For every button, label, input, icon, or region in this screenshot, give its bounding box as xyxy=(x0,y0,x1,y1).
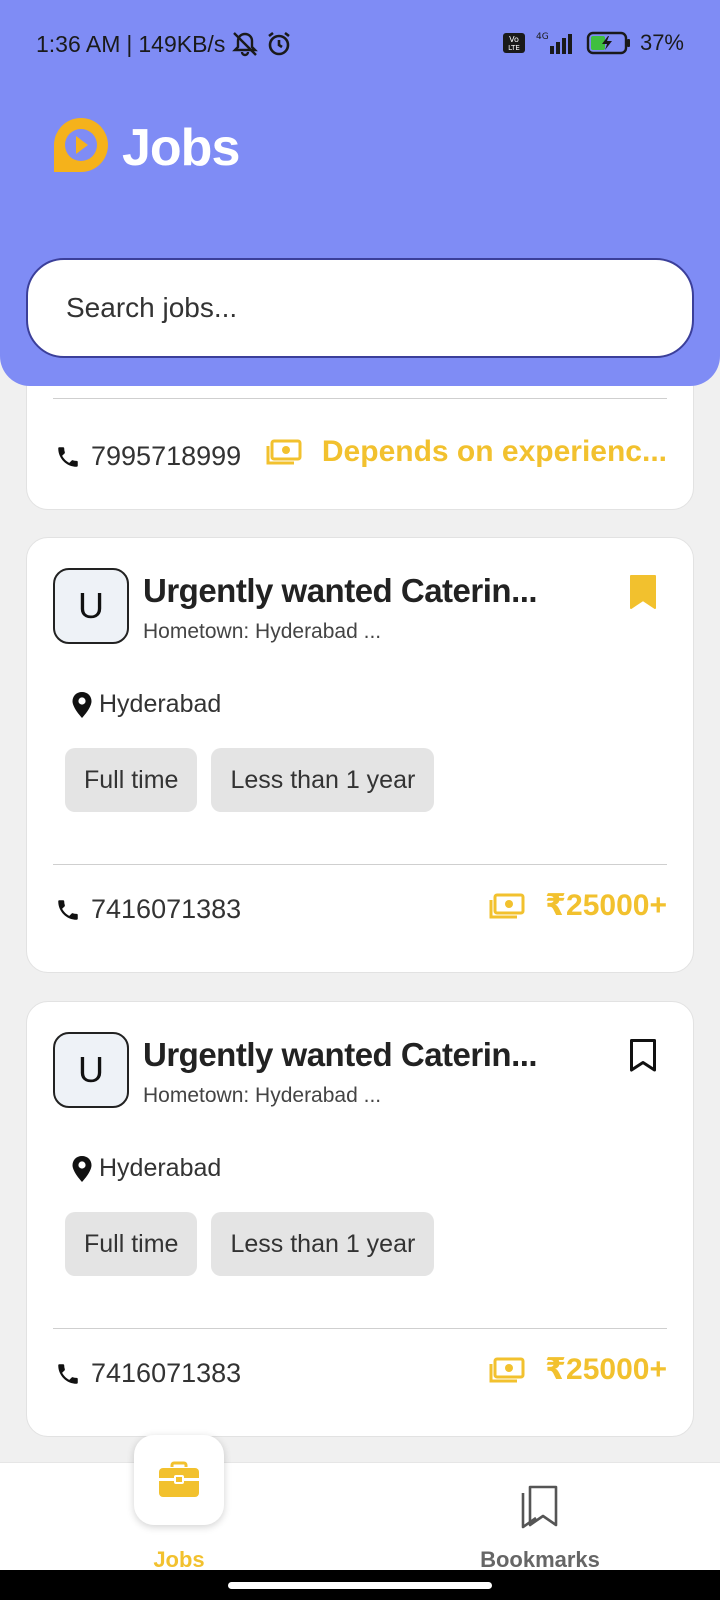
card-divider xyxy=(53,398,667,399)
phone-number: 7416071383 xyxy=(91,1358,242,1388)
experience-tag: Less than 1 year xyxy=(211,748,435,812)
job-card[interactable]: U Urgently wanted Caterin... Hometown: H… xyxy=(26,537,694,973)
job-title: Urgently wanted Caterin... xyxy=(143,1036,538,1073)
experience-tag: Less than 1 year xyxy=(211,1212,435,1276)
bottom-navigation: Jobs Bookmarks xyxy=(0,1435,720,1572)
status-right: Vo LTE 4G 37% xyxy=(502,30,684,56)
salary-text: ₹25000+ xyxy=(545,889,667,922)
job-subtitle: Hometown: Hyderabad ... xyxy=(143,1084,382,1107)
bookmark-outline-icon xyxy=(630,1039,656,1072)
salary-text: Depends on experienc... xyxy=(321,435,667,468)
location-text: Hyderabad xyxy=(99,1154,222,1182)
location-text: Hyderabad xyxy=(99,690,222,718)
salary-row: ₹25000+ xyxy=(489,888,667,923)
job-location: Hyderabad xyxy=(71,1154,221,1183)
status-separator: | xyxy=(126,30,133,57)
job-title: Urgently wanted Caterin... xyxy=(143,572,538,609)
mute-notifications-icon xyxy=(231,31,259,57)
money-icon xyxy=(489,1357,525,1382)
phone-icon xyxy=(58,446,78,467)
home-indicator[interactable] xyxy=(228,1582,492,1589)
phone-number: 7416071383 xyxy=(91,894,242,924)
status-speed: 149KB/s xyxy=(138,30,226,57)
search-bar[interactable] xyxy=(26,258,694,358)
volte-icon: Vo LTE xyxy=(502,32,526,54)
phone-row: 7416071383 xyxy=(55,1358,241,1389)
card-divider xyxy=(53,864,667,865)
job-type-tag: Full time xyxy=(65,748,198,812)
money-icon xyxy=(266,439,302,465)
phone-icon xyxy=(58,899,78,920)
page-title: Jobs xyxy=(122,118,240,177)
job-location: Hyderabad xyxy=(71,690,221,719)
salary-text: ₹25000+ xyxy=(545,1353,667,1386)
phone-row: 7995718999 xyxy=(55,441,241,472)
status-time: 1:36 AM xyxy=(36,30,121,57)
company-avatar: U xyxy=(53,568,129,644)
job-tags: Full time Less than 1 year xyxy=(65,748,435,812)
job-card[interactable]: U Urgently wanted Caterin... Hometown: H… xyxy=(26,1001,694,1437)
battery-charging-icon xyxy=(586,31,632,55)
location-pin-icon xyxy=(72,691,92,718)
status-left: 1:36 AM | 149KB/s xyxy=(36,30,293,58)
briefcase-icon xyxy=(159,1461,199,1497)
salary-row: Depends on experienc... xyxy=(266,435,667,469)
nav-bookmarks-button[interactable] xyxy=(510,1477,570,1537)
play-circle-icon xyxy=(52,116,110,179)
bookmarks-icon xyxy=(521,1485,558,1529)
alarm-icon xyxy=(265,30,293,58)
card-divider xyxy=(53,1328,667,1329)
money-icon xyxy=(489,893,525,918)
bookmark-button[interactable] xyxy=(629,1038,657,1079)
job-subtitle: Hometown: Hyderabad ... xyxy=(143,620,382,643)
location-pin-icon xyxy=(72,1155,92,1182)
phone-number: 7995718999 xyxy=(91,441,242,471)
salary-row: ₹25000+ xyxy=(489,1352,667,1387)
nav-jobs-button[interactable] xyxy=(134,1435,224,1525)
search-input[interactable] xyxy=(66,292,692,324)
phone-row: 7416071383 xyxy=(55,894,241,925)
battery-percentage: 37% xyxy=(639,30,684,55)
status-bar: 1:36 AM | 149KB/s Vo LTE 4G 37% xyxy=(0,0,720,90)
job-type-tag: Full time xyxy=(65,1212,198,1276)
bookmark-button[interactable] xyxy=(629,574,657,615)
svg-text:Vo: Vo xyxy=(509,35,519,44)
app-brand: Jobs xyxy=(52,116,240,179)
network-type-label: 4G xyxy=(536,32,549,42)
bookmark-filled-icon xyxy=(630,575,656,609)
phone-icon xyxy=(58,1363,78,1384)
company-avatar: U xyxy=(53,1032,129,1108)
svg-text:LTE: LTE xyxy=(508,44,520,52)
signal-icon: 4G xyxy=(534,30,578,56)
gesture-navigation-bar xyxy=(0,1570,720,1600)
app-header: 1:36 AM | 149KB/s Vo LTE 4G 37% Jobs Sea… xyxy=(0,0,720,386)
job-tags: Full time Less than 1 year xyxy=(65,1212,435,1276)
